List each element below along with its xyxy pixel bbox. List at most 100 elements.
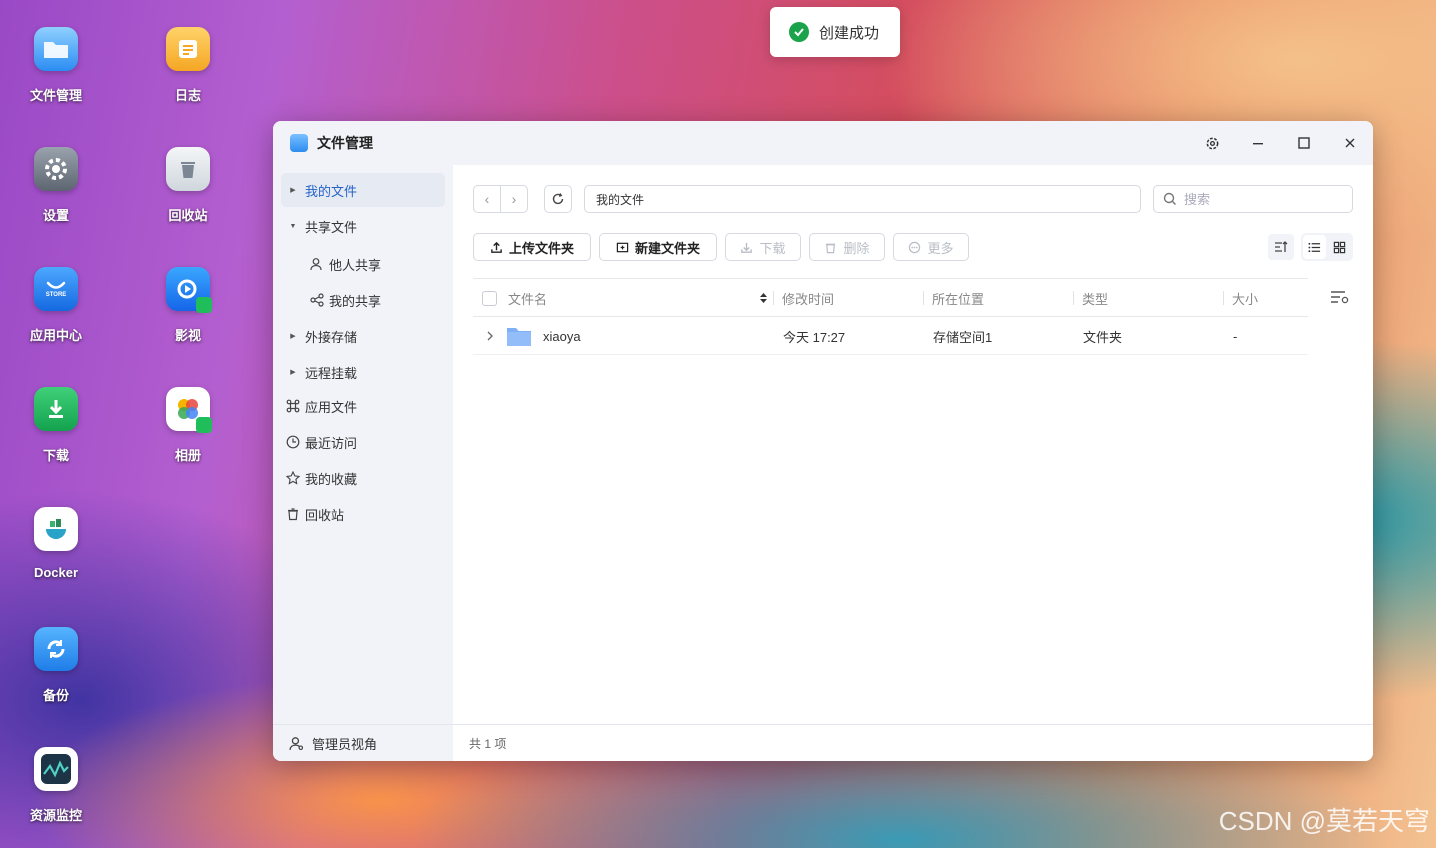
sidebar-item-label: 我的收藏 bbox=[305, 471, 358, 487]
upload-folder-button[interactable]: 上传文件夹 bbox=[473, 233, 591, 261]
download-icon bbox=[741, 242, 753, 253]
desktop-icon-file-manager[interactable]: 文件管理 bbox=[6, 27, 106, 104]
column-size[interactable]: 大小 bbox=[1232, 279, 1258, 317]
desktop-icon-album[interactable]: 相册 bbox=[138, 387, 238, 464]
back-button[interactable]: ‹ bbox=[474, 186, 501, 212]
search-input[interactable] bbox=[1184, 191, 1344, 207]
toast-message: 创建成功 bbox=[819, 24, 880, 42]
admin-user-icon bbox=[289, 736, 304, 750]
column-location[interactable]: 所在位置 bbox=[932, 279, 984, 317]
file-location: 存储空间1 bbox=[933, 329, 993, 345]
select-all-checkbox[interactable] bbox=[482, 279, 497, 317]
desktop-icon-resource-monitor[interactable]: 资源监控 bbox=[6, 747, 106, 824]
desktop-icon-label: 下载 bbox=[42, 448, 69, 463]
admin-view-toggle[interactable]: 管理员视角 bbox=[273, 724, 453, 761]
expand-row-icon[interactable] bbox=[486, 317, 494, 355]
sidebar-item-label: 远程挂载 bbox=[305, 365, 358, 381]
sidebar-item-favorites[interactable]: 我的收藏 bbox=[281, 461, 445, 495]
maximize-icon bbox=[1298, 137, 1310, 149]
grid-view-button[interactable] bbox=[1328, 235, 1351, 259]
sort-icon bbox=[1275, 241, 1288, 252]
file-manager-app-icon bbox=[290, 134, 308, 152]
forward-button[interactable]: › bbox=[501, 186, 527, 212]
sidebar-item-shared-files[interactable]: ▼ 共享文件 bbox=[281, 209, 445, 243]
column-modified[interactable]: 修改时间 bbox=[782, 279, 834, 317]
column-label: 修改时间 bbox=[782, 291, 835, 307]
table-row[interactable]: xiaoya 今天 17:27 存储空间1 文件夹 - bbox=[473, 317, 1308, 355]
desktop-icon-log[interactable]: 日志 bbox=[138, 27, 238, 104]
trash-icon bbox=[281, 507, 305, 521]
file-modified: 今天 17:27 bbox=[783, 329, 846, 345]
new-folder-icon bbox=[616, 242, 629, 252]
desktop-icon-recycle-bin[interactable]: 回收站 bbox=[138, 147, 238, 224]
sidebar-item-app-files[interactable]: 应用文件 bbox=[281, 389, 445, 423]
sidebar-item-label: 外接存储 bbox=[305, 329, 358, 345]
maximize-button[interactable] bbox=[1293, 132, 1315, 154]
desktop-icon-label: 设置 bbox=[42, 208, 69, 223]
minimize-button[interactable] bbox=[1247, 132, 1269, 154]
desktop-icon-label: 日志 bbox=[174, 88, 201, 103]
window-title: 文件管理 bbox=[317, 135, 373, 151]
download-label: 下载 bbox=[759, 240, 786, 256]
path-bar[interactable]: 我的文件 bbox=[584, 185, 1141, 213]
search-box[interactable] bbox=[1153, 185, 1353, 213]
desktop-icon-label: 相册 bbox=[174, 448, 201, 463]
settings-button[interactable] bbox=[1201, 132, 1223, 154]
sidebar-item-my-shares[interactable]: 我的共享 bbox=[281, 283, 445, 317]
video-icon bbox=[166, 267, 212, 313]
desktop-icon-docker[interactable]: Docker bbox=[6, 507, 106, 580]
close-icon bbox=[1345, 138, 1355, 148]
desktop-icon-settings[interactable]: 设置 bbox=[6, 147, 106, 224]
desktop-icon-backup[interactable]: 备份 bbox=[6, 627, 106, 704]
column-settings-button[interactable] bbox=[1330, 289, 1350, 310]
file-type: 文件夹 bbox=[1083, 329, 1123, 345]
list-view-button[interactable] bbox=[1303, 235, 1326, 259]
main-panel: ‹ › 我的文件 上传文件夹 新建文件夹 下载 删除 bbox=[453, 165, 1373, 761]
desktop-icon-app-center[interactable]: STORE 应用中心 bbox=[6, 267, 106, 344]
backup-icon bbox=[34, 627, 78, 671]
file-size: - bbox=[1233, 328, 1238, 344]
desktop-icon-download[interactable]: 下载 bbox=[6, 387, 106, 464]
desktop-icon-label: 资源监控 bbox=[29, 808, 82, 823]
download-icon bbox=[34, 387, 78, 431]
command-icon bbox=[281, 399, 305, 413]
new-folder-button[interactable]: 新建文件夹 bbox=[599, 233, 717, 261]
more-button[interactable]: 更多 bbox=[893, 233, 969, 261]
column-settings-icon bbox=[1331, 291, 1349, 304]
refresh-button[interactable] bbox=[544, 185, 572, 213]
desktop-icon-video[interactable]: 影视 bbox=[138, 267, 238, 344]
file-name: xiaoya bbox=[543, 328, 581, 344]
new-folder-label: 新建文件夹 bbox=[634, 240, 700, 256]
sort-button[interactable] bbox=[1268, 234, 1294, 260]
clock-icon bbox=[281, 435, 305, 449]
column-label: 文件名 bbox=[508, 291, 548, 307]
recycle-icon bbox=[166, 147, 210, 191]
column-type[interactable]: 类型 bbox=[1082, 279, 1108, 317]
item-count: 共 1 项 bbox=[469, 736, 507, 751]
caret-down-icon: ▼ bbox=[289, 222, 297, 230]
sidebar-item-external-storage[interactable]: ▶ 外接存储 bbox=[281, 319, 445, 353]
sidebar-item-remote-mount[interactable]: ▶ 远程挂载 bbox=[281, 355, 445, 389]
folder-icon bbox=[506, 317, 532, 355]
chevron-right-icon: › bbox=[511, 191, 517, 207]
folder-icon bbox=[34, 27, 78, 71]
sidebar-item-recent[interactable]: 最近访问 bbox=[281, 425, 445, 459]
store-badge: STORE bbox=[45, 292, 67, 298]
view-toggle bbox=[1301, 233, 1353, 261]
column-name[interactable]: 文件名 bbox=[508, 279, 547, 317]
window-titlebar[interactable]: 文件管理 bbox=[273, 121, 1373, 165]
desktop-icon-label: 文件管理 bbox=[29, 88, 82, 103]
share-icon bbox=[305, 293, 329, 307]
search-icon bbox=[1163, 192, 1176, 205]
sidebar-item-others-shared[interactable]: 他人共享 bbox=[281, 247, 445, 281]
sort-toggle-icon[interactable] bbox=[759, 279, 768, 317]
status-bar: 共 1 项 bbox=[453, 724, 1373, 761]
minimize-icon bbox=[1253, 143, 1263, 145]
delete-button[interactable]: 删除 bbox=[809, 233, 885, 261]
download-button[interactable]: 下载 bbox=[725, 233, 801, 261]
close-button[interactable] bbox=[1339, 132, 1361, 154]
refresh-icon bbox=[552, 193, 564, 205]
sidebar-item-label: 回收站 bbox=[305, 507, 345, 523]
sidebar-item-my-files[interactable]: ▶ 我的文件 bbox=[281, 173, 445, 207]
sidebar-item-recycle-bin[interactable]: 回收站 bbox=[281, 497, 445, 531]
